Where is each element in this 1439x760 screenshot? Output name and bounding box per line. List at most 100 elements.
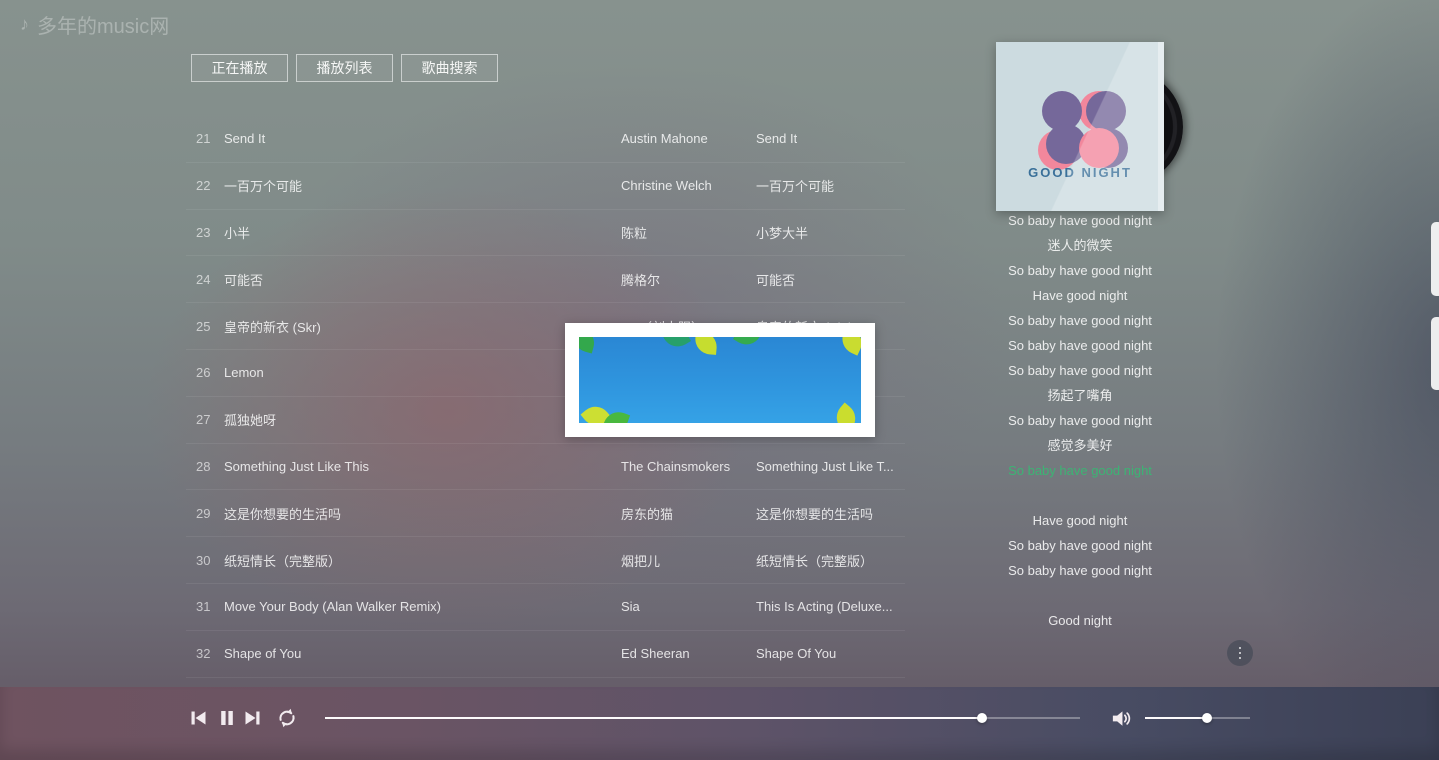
volume-fill: [1145, 717, 1207, 719]
track-album: Something Just Like T...: [756, 459, 894, 474]
progress-bar[interactable]: [325, 717, 1080, 719]
more-options-button[interactable]: [1227, 640, 1253, 666]
track-number: 25: [186, 319, 218, 334]
lyric-line: Have good night: [930, 283, 1230, 308]
playlist-row[interactable]: 21 Send It Austin Mahone Send It: [186, 116, 905, 163]
track-title: 皇帝的新衣 (Skr): [224, 317, 321, 336]
track-title: 一百万个可能: [224, 176, 302, 195]
track-number: 23: [186, 225, 218, 240]
track-title: 这是你想要的生活吗: [224, 504, 341, 523]
dot: [1239, 657, 1242, 660]
track-title: Send It: [224, 131, 265, 146]
track-artist: Ed Sheeran: [621, 646, 690, 661]
track-title: 可能否: [224, 270, 263, 289]
leaf-icon: [694, 337, 718, 355]
dot: [1239, 652, 1242, 655]
lyric-line: 迷人的微笑: [930, 233, 1230, 258]
progress-fill: [325, 717, 982, 719]
nav-tabs: 正在播放 播放列表 歌曲搜索: [191, 54, 498, 82]
leaf-icon: [579, 337, 597, 353]
volume-thumb[interactable]: [1202, 713, 1212, 723]
track-album: 这是你想要的生活吗: [756, 504, 873, 523]
track-artist: 烟把儿: [621, 551, 660, 570]
lyric-line: So baby have good night: [930, 208, 1230, 233]
track-artist: 房东的猫: [621, 504, 673, 523]
leaf-icon: [831, 403, 861, 423]
playlist-row[interactable]: 31 Move Your Body (Alan Walker Remix) Si…: [186, 584, 905, 631]
track-artist: 腾格尔: [621, 270, 660, 289]
lyric-line: So baby have good night: [930, 333, 1230, 358]
repeat-icon[interactable]: [276, 707, 298, 729]
leaf-icon: [837, 337, 861, 356]
track-number: 28: [186, 459, 218, 474]
track-title: 小半: [224, 223, 250, 242]
track-number: 30: [186, 553, 218, 568]
track-album: Shape Of You: [756, 646, 836, 661]
playlist-row[interactable]: 22 一百万个可能 Christine Welch 一百万个可能: [186, 163, 905, 210]
track-title: Something Just Like This: [224, 459, 369, 474]
album-cover: GOOD NIGHT: [996, 42, 1164, 211]
playlist-row[interactable]: 23 小半 陈粒 小梦大半: [186, 210, 905, 257]
playlist-row[interactable]: 29 这是你想要的生活吗 房东的猫 这是你想要的生活吗: [186, 490, 905, 537]
lyric-line: [930, 483, 1230, 508]
ad-overlay[interactable]: [565, 323, 875, 437]
lyric-line: Good night: [930, 608, 1230, 633]
music-note-icon: ♪: [20, 14, 29, 35]
track-title: 孤独她呀: [224, 410, 276, 429]
volume-bar[interactable]: [1145, 717, 1250, 719]
ad-banner-image: [579, 337, 861, 423]
app-title: 多年的music网: [37, 10, 169, 39]
pause-icon[interactable]: [218, 709, 236, 727]
next-track-icon[interactable]: [244, 709, 262, 727]
track-title: Shape of You: [224, 646, 301, 661]
tab-playlist[interactable]: 播放列表: [296, 54, 393, 82]
track-artist: Christine Welch: [621, 178, 712, 193]
lyric-line: 扬起了嘴角: [930, 383, 1230, 408]
track-number: 21: [186, 131, 218, 146]
track-title: Lemon: [224, 365, 264, 380]
progress-thumb[interactable]: [977, 713, 987, 723]
lyric-line: So baby have good night: [930, 308, 1230, 333]
track-title: Move Your Body (Alan Walker Remix): [224, 599, 441, 614]
lyric-line: So baby have good night: [930, 558, 1230, 583]
dot: [1239, 647, 1242, 650]
playlist-row[interactable]: 24 可能否 腾格尔 可能否: [186, 256, 905, 303]
track-album: Send It: [756, 131, 797, 146]
lyric-line: So baby have good night: [930, 408, 1230, 433]
playlist-row[interactable]: 32 Shape of You Ed Sheeran Shape Of You: [186, 631, 905, 678]
volume-icon[interactable]: [1110, 707, 1133, 730]
player-bar: [0, 687, 1439, 760]
track-album: This Is Acting (Deluxe...: [756, 599, 893, 614]
scrollbar-thumb-bottom[interactable]: [1431, 317, 1439, 390]
lyric-line: Have good night: [930, 508, 1230, 533]
lyric-line: So baby have good night: [930, 258, 1230, 283]
track-number: 29: [186, 506, 218, 521]
lyric-line: So baby have good night: [930, 533, 1230, 558]
playlist-row[interactable]: 28 Something Just Like This The Chainsmo…: [186, 444, 905, 491]
leaf-icon: [661, 337, 691, 352]
track-number: 24: [186, 272, 218, 287]
tab-song-search[interactable]: 歌曲搜索: [401, 54, 498, 82]
lyric-line: 感觉多美好: [930, 433, 1230, 458]
lyric-line-current: So baby have good night: [930, 458, 1230, 483]
track-album: 一百万个可能: [756, 176, 834, 195]
tab-now-playing[interactable]: 正在播放: [191, 54, 288, 82]
lyric-line: So baby have good night: [930, 358, 1230, 383]
leaf-icon: [733, 337, 763, 350]
track-artist: 陈粒: [621, 223, 647, 242]
scrollbar-thumb-top[interactable]: [1431, 222, 1439, 296]
track-number: 32: [186, 646, 218, 661]
lyric-line: [930, 583, 1230, 608]
track-artist: Austin Mahone: [621, 131, 708, 146]
music-app-screen: ♪ 多年的music网 正在播放 播放列表 歌曲搜索 21 Send It Au…: [0, 0, 1439, 760]
playlist-row[interactable]: 30 纸短情长（完整版） 烟把儿 纸短情长（完整版）: [186, 537, 905, 584]
track-artist: Sia: [621, 599, 640, 614]
track-number: 27: [186, 412, 218, 427]
app-logo: ♪ 多年的music网: [20, 10, 169, 39]
track-album: 小梦大半: [756, 223, 808, 242]
track-album: 纸短情长（完整版）: [756, 551, 873, 570]
track-artist: The Chainsmokers: [621, 459, 730, 474]
previous-track-icon[interactable]: [189, 709, 207, 727]
track-title: 纸短情长（完整版）: [224, 551, 341, 570]
case-spine: [1158, 42, 1164, 211]
